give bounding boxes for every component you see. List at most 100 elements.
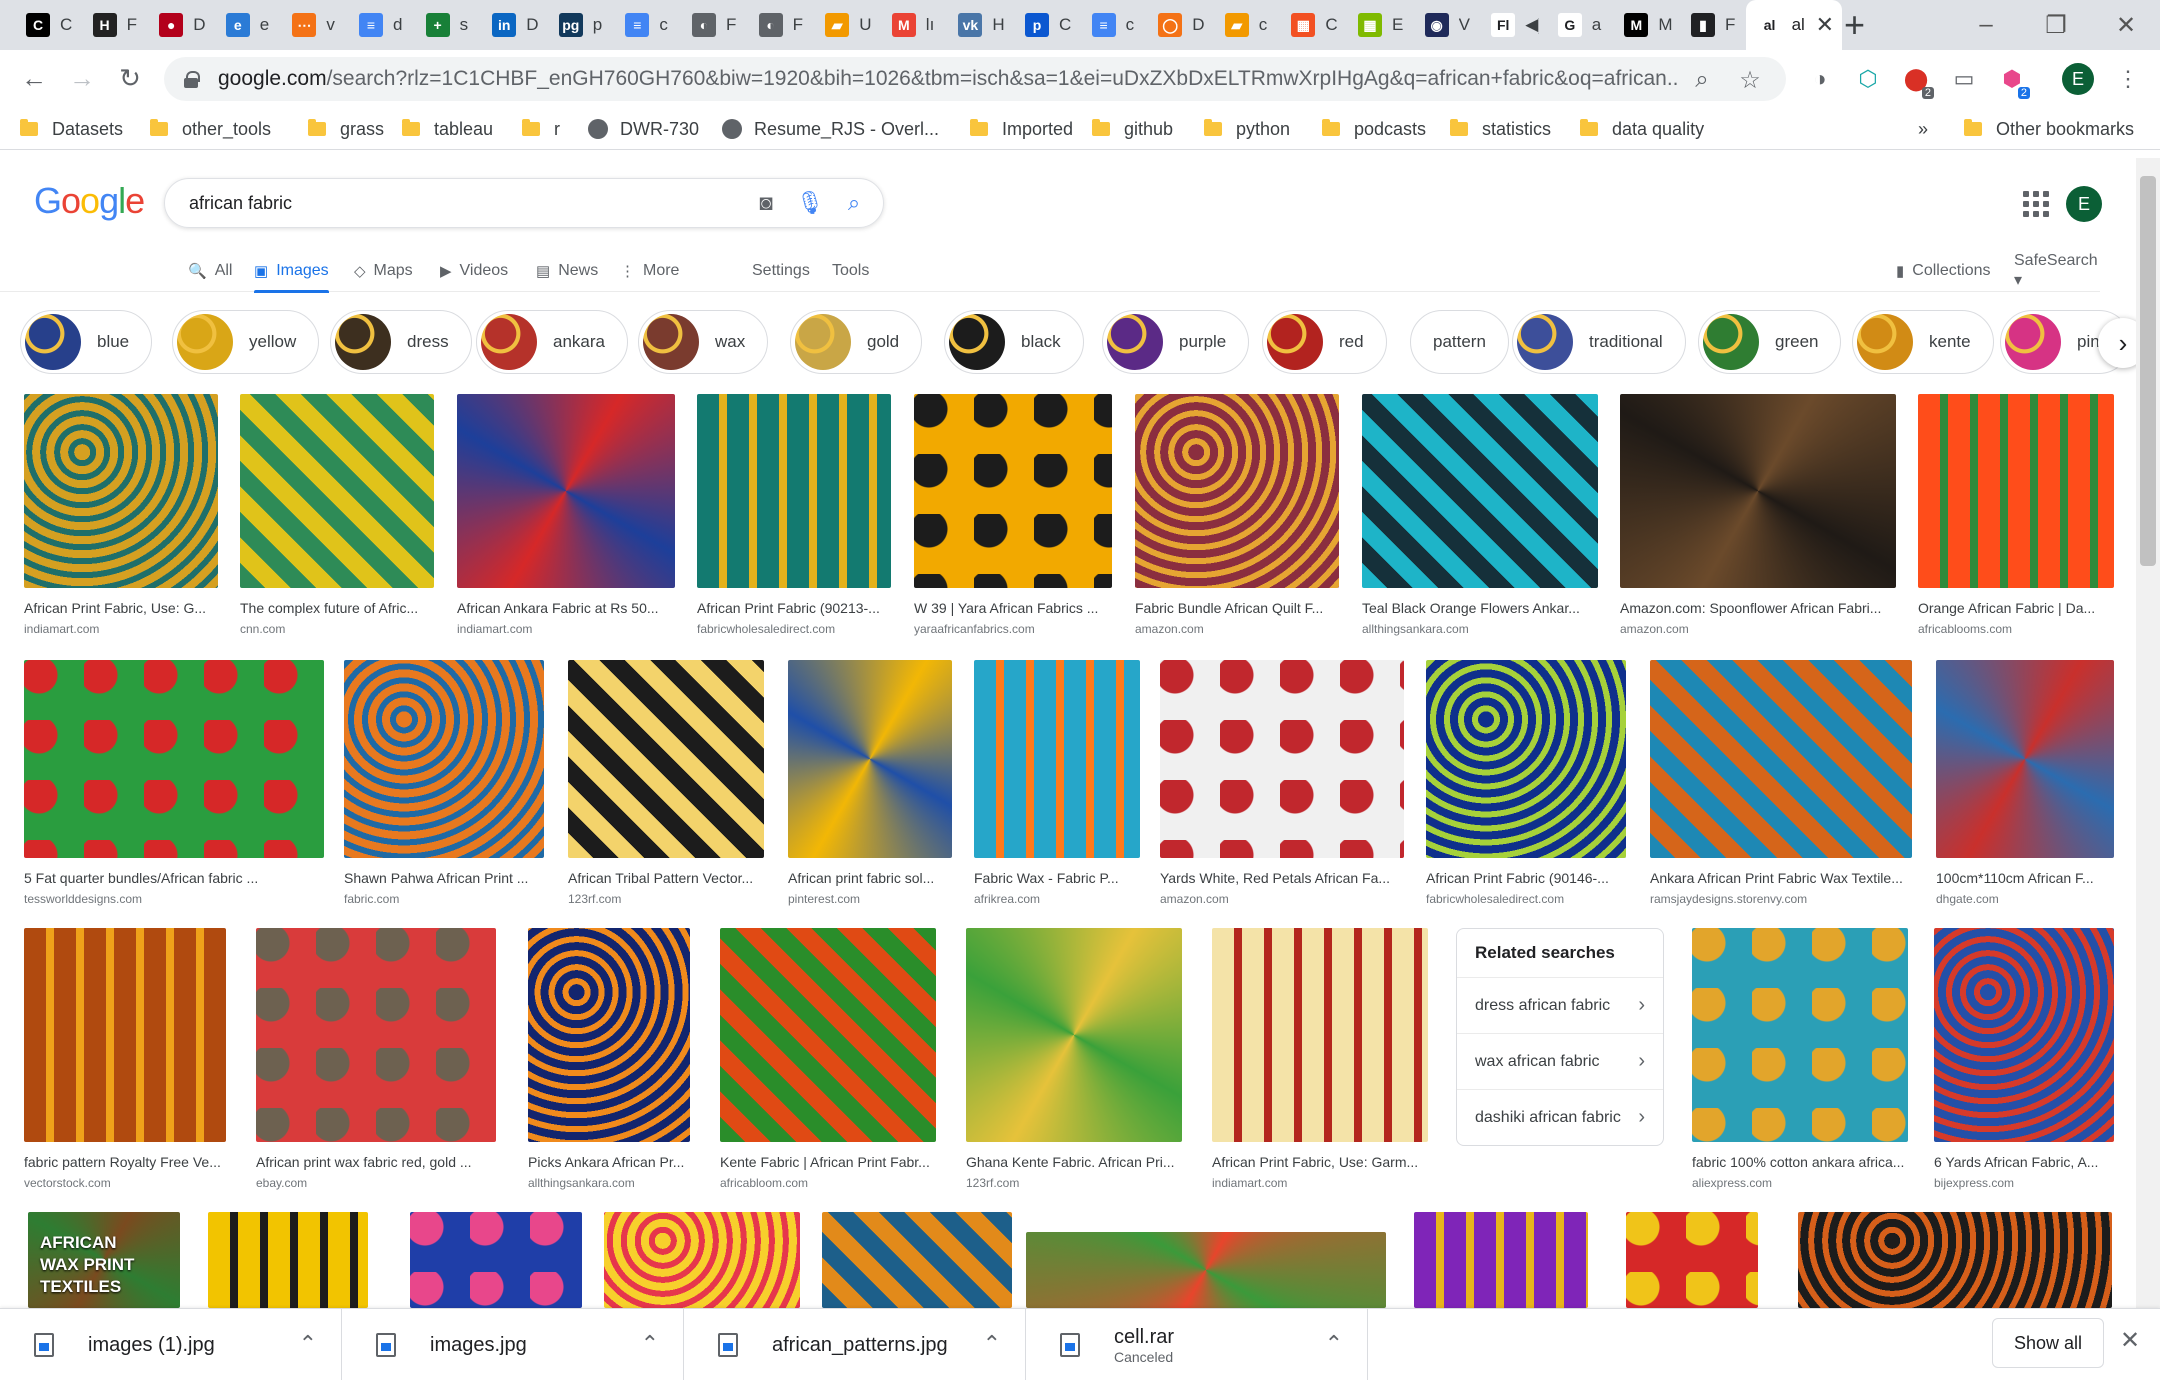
result-source[interactable]: indiamart.com	[24, 622, 218, 636]
browser-tab[interactable]: ≡ c	[1080, 0, 1146, 50]
result-caption[interactable]: Orange African Fabric | Da...	[1918, 600, 2114, 616]
camera-icon[interactable]: ◙	[751, 188, 781, 218]
chip-pattern[interactable]: pattern	[1410, 310, 1509, 374]
result-thumbnail[interactable]	[720, 928, 936, 1142]
result-source[interactable]: fabric.com	[344, 892, 544, 906]
image-result[interactable]: Teal Black Orange Flowers Ankar... allthi…	[1362, 394, 1598, 636]
address-bar[interactable]: google.com/search?rlz=1C1CHBF_enGH760GH7…	[164, 57, 1786, 101]
image-result[interactable]: African Print Fabric (90146-... fabricwho…	[1426, 660, 1626, 906]
browser-tab[interactable]: ▰ c	[1213, 0, 1279, 50]
browser-tab[interactable]: pC	[1013, 0, 1079, 50]
result-caption[interactable]: fabric 100% cotton ankara africa...	[1692, 1154, 1908, 1170]
tools-link[interactable]: Tools	[832, 254, 869, 288]
close-shelf-icon[interactable]: ✕	[2120, 1326, 2140, 1355]
result-caption[interactable]: African Print Fabric (90146-...	[1426, 870, 1626, 886]
image-result[interactable]: Orange African Fabric | Da... africabloom…	[1918, 394, 2114, 636]
image-result[interactable]: The complex future of Afric... cnn.com	[240, 394, 434, 636]
result-caption[interactable]: Yards White, Red Petals African Fa...	[1160, 870, 1404, 886]
bookmark-item[interactable]: Imported	[970, 116, 1073, 142]
image-result[interactable]: Kente Fabric | African Print Fabr... afri…	[720, 928, 936, 1190]
chip-kente[interactable]: kente	[1852, 310, 1994, 374]
result-caption[interactable]: African print fabric sol...	[788, 870, 952, 886]
result-source[interactable]: pinterest.com	[788, 892, 952, 906]
apps-grid-icon[interactable]	[2020, 188, 2050, 218]
browser-tab[interactable]: HF	[81, 0, 147, 50]
result-thumbnail[interactable]	[966, 928, 1182, 1142]
browser-tab[interactable]: Fl ◀)	[1479, 0, 1545, 50]
result-thumbnail[interactable]	[1692, 928, 1908, 1142]
browser-tab[interactable]: MM	[1612, 0, 1678, 50]
image-result[interactable]: African Print Fabric (90213-... fabricwho…	[697, 394, 891, 636]
download-item[interactable]: african_patterns.jpg ⌃	[684, 1309, 1026, 1380]
result-source[interactable]: indiamart.com	[1212, 1176, 1428, 1190]
browser-tab[interactable]: Ga	[1546, 0, 1612, 50]
image-result[interactable]: 100cm*110cm African F... dhgate.com	[1936, 660, 2114, 906]
browser-tab[interactable]: ⋯ v	[280, 0, 346, 50]
result-thumbnail[interactable]	[1026, 1232, 1386, 1308]
image-result[interactable]: Fabric Wax - Fabric P... afrikrea.com	[974, 660, 1140, 906]
restore-button[interactable]: ❐	[2024, 0, 2088, 50]
browser-tab[interactable]: ◐ F	[747, 0, 813, 50]
result-source[interactable]: aliexpress.com	[1692, 1176, 1908, 1190]
result-thumbnail[interactable]	[528, 928, 690, 1142]
image-result[interactable]	[410, 1212, 582, 1308]
bookmark-item[interactable]: DWR-730	[588, 116, 699, 142]
bookmark-item[interactable]: other_tools	[150, 116, 271, 142]
zoom-icon[interactable]: ⌕	[1688, 66, 1716, 94]
result-thumbnail[interactable]	[24, 394, 218, 588]
chevron-up-icon[interactable]: ⌃	[641, 1331, 659, 1357]
result-thumbnail[interactable]	[1626, 1212, 1758, 1308]
image-result[interactable]: African Print Fabric, Use: Garm... indiam…	[1212, 928, 1428, 1190]
forward-arrow-icon[interactable]: →	[62, 58, 102, 98]
chip-wax[interactable]: wax	[638, 310, 769, 374]
image-result[interactable]: Yards White, Red Petals African Fa... ama…	[1160, 660, 1404, 906]
image-result[interactable]: 6 Yards African Fabric, A... bijexpress.c…	[1934, 928, 2114, 1190]
chip-yellow[interactable]: yellow	[172, 310, 320, 374]
result-thumbnail[interactable]	[344, 660, 544, 858]
image-result[interactable]: African print fabric sol... pinterest.com	[788, 660, 952, 906]
result-caption[interactable]: 100cm*110cm African F...	[1936, 870, 2114, 886]
tab-more[interactable]: ⋮ More	[620, 254, 679, 288]
other-bookmarks[interactable]: Other bookmarks	[1964, 116, 2134, 142]
result-source[interactable]: dhgate.com	[1936, 892, 2114, 906]
result-caption[interactable]: African Ankara Fabric at Rs 50...	[457, 600, 675, 616]
search-input[interactable]: african fabric	[189, 193, 751, 214]
result-thumbnail[interactable]	[256, 928, 496, 1142]
result-thumbnail[interactable]	[1414, 1212, 1588, 1308]
image-result[interactable]: fabric 100% cotton ankara africa... aliex…	[1692, 928, 1908, 1190]
result-source[interactable]: amazon.com	[1160, 892, 1404, 906]
bookmark-item[interactable]: Datasets	[20, 116, 123, 142]
chip-ankara[interactable]: ankara	[476, 310, 628, 374]
tab-news[interactable]: ▤ News	[536, 254, 598, 288]
result-thumbnail[interactable]	[1936, 660, 2114, 858]
image-result[interactable]: African print wax fabric red, gold ... eb…	[256, 928, 496, 1190]
chip-green[interactable]: green	[1698, 310, 1842, 374]
result-source[interactable]: cnn.com	[240, 622, 434, 636]
chevron-up-icon[interactable]: ⌃	[983, 1331, 1001, 1357]
bookmark-item[interactable]: python	[1204, 116, 1290, 142]
result-thumbnail[interactable]	[1934, 928, 2114, 1142]
bookmark-star-icon[interactable]: ☆	[1736, 66, 1764, 94]
result-caption[interactable]: W 39 | Yara African Fabrics ...	[914, 600, 1112, 616]
back-arrow-icon[interactable]: ←	[14, 58, 54, 98]
result-source[interactable]: tessworlddesigns.com	[24, 892, 324, 906]
image-result[interactable]: Ghana Kente Fabric. African Pri... 123rf.…	[966, 928, 1182, 1190]
related-search-item[interactable]: dress african fabric ›	[1457, 977, 1663, 1033]
lock-icon[interactable]	[184, 71, 200, 88]
result-source[interactable]: ramsjaydesigns.storenvy.com	[1650, 892, 1912, 906]
related-search-item[interactable]: dashiki african fabric ›	[1457, 1089, 1663, 1145]
result-source[interactable]: allthingsankara.com	[1362, 622, 1598, 636]
result-caption[interactable]: Ghana Kente Fabric. African Pri...	[966, 1154, 1182, 1170]
new-tab-button[interactable]: +	[1844, 6, 1865, 44]
image-result[interactable]: Fabric Bundle African Quilt F... amazon.c…	[1135, 394, 1339, 636]
result-thumbnail[interactable]	[974, 660, 1140, 858]
image-result[interactable]: Picks Ankara African Pr... allthingsankar…	[528, 928, 690, 1190]
collections-link[interactable]: ▮ Collections	[1896, 254, 1991, 288]
image-result[interactable]	[1626, 1212, 1758, 1308]
browser-tab[interactable]: pg p	[547, 0, 613, 50]
result-thumbnail[interactable]	[822, 1212, 1012, 1308]
image-result[interactable]: African Ankara Fabric at Rs 50... indiama…	[457, 394, 675, 636]
reload-icon[interactable]: ↻	[110, 58, 150, 98]
result-thumbnail[interactable]	[410, 1212, 582, 1308]
bookmark-item[interactable]: podcasts	[1322, 116, 1426, 142]
